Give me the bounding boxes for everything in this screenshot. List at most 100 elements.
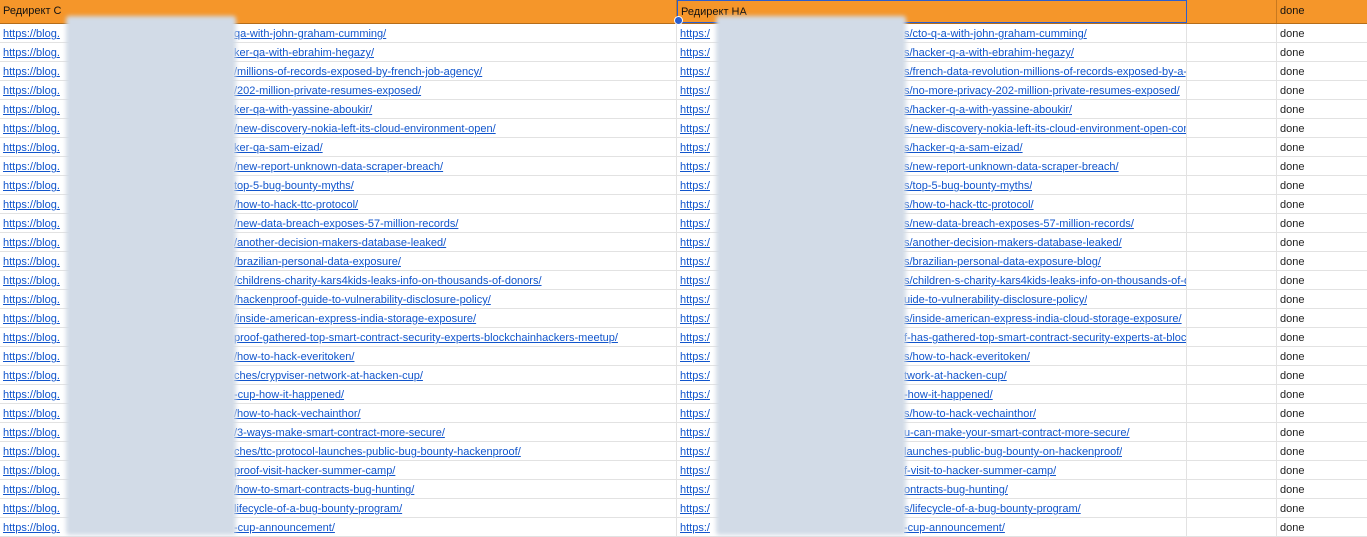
link-to-prefix[interactable]: https:/ <box>680 214 710 232</box>
cell-status[interactable]: done <box>1277 442 1367 460</box>
link-to-path[interactable]: s/children-s-charity-kars4kids-leaks-inf… <box>904 271 1186 289</box>
link-from-prefix[interactable]: https://blog. <box>3 138 60 156</box>
cell-empty[interactable] <box>1187 328 1277 346</box>
link-from-prefix[interactable]: https://blog. <box>3 119 60 137</box>
cell-empty[interactable] <box>1187 195 1277 213</box>
cell-status[interactable]: done <box>1277 214 1367 232</box>
header-cell-empty[interactable] <box>1187 0 1277 23</box>
cell-empty[interactable] <box>1187 271 1277 289</box>
cell-status[interactable]: done <box>1277 309 1367 327</box>
link-to-path[interactable]: s/cto-q-a-with-john-graham-cumming/ <box>904 24 1087 42</box>
link-from-path[interactable]: ches/ttc-protocol-launches-public-bug-bo… <box>234 442 521 460</box>
cell-status[interactable]: done <box>1277 195 1367 213</box>
link-from-prefix[interactable]: https://blog. <box>3 328 60 346</box>
cell-empty[interactable] <box>1187 518 1277 536</box>
link-from-prefix[interactable]: https://blog. <box>3 518 60 536</box>
link-from-path[interactable]: /new-report-unknown-data-scraper-breach/ <box>234 157 443 175</box>
cell-empty[interactable] <box>1187 252 1277 270</box>
cell-status[interactable]: done <box>1277 290 1367 308</box>
link-from-path[interactable]: proof-visit-hacker-summer-camp/ <box>234 461 395 479</box>
link-from-path[interactable]: /childrens-charity-kars4kids-leaks-info-… <box>234 271 542 289</box>
cell-empty[interactable] <box>1187 157 1277 175</box>
cell-status[interactable]: done <box>1277 100 1367 118</box>
link-from-prefix[interactable]: https://blog. <box>3 252 60 270</box>
link-to-path[interactable]: s/top-5-bug-bounty-myths/ <box>904 176 1032 194</box>
link-from-path[interactable]: /new-discovery-nokia-left-its-cloud-envi… <box>234 119 496 137</box>
link-to-prefix[interactable]: https:/ <box>680 43 710 61</box>
cell-empty[interactable] <box>1187 499 1277 517</box>
link-to-prefix[interactable]: https:/ <box>680 309 710 327</box>
cell-status[interactable]: done <box>1277 366 1367 384</box>
cell-empty[interactable] <box>1187 423 1277 441</box>
link-from-prefix[interactable]: https://blog. <box>3 43 60 61</box>
link-to-path[interactable]: ontracts-bug-hunting/ <box>904 480 1008 498</box>
link-to-path[interactable]: uide-to-vulnerability-disclosure-policy/ <box>904 290 1087 308</box>
link-to-prefix[interactable]: https:/ <box>680 157 710 175</box>
cell-status[interactable]: done <box>1277 43 1367 61</box>
cell-status[interactable]: done <box>1277 271 1367 289</box>
link-from-prefix[interactable]: https://blog. <box>3 290 60 308</box>
cell-status[interactable]: done <box>1277 385 1367 403</box>
link-from-path[interactable]: ker-qa-with-ebrahim-hegazy/ <box>234 43 374 61</box>
cell-status[interactable]: done <box>1277 499 1367 517</box>
link-to-prefix[interactable]: https:/ <box>680 233 710 251</box>
link-to-path[interactable]: u-can-make-your-smart-contract-more-secu… <box>904 423 1130 441</box>
link-from-path[interactable]: ches/crypviser-network-at-hacken-cup/ <box>234 366 423 384</box>
link-from-prefix[interactable]: https://blog. <box>3 100 60 118</box>
link-to-path[interactable]: s/no-more-privacy-202-million-private-re… <box>904 81 1180 99</box>
link-from-path[interactable]: proof-gathered-top-smart-contract-securi… <box>234 328 618 346</box>
cell-empty[interactable] <box>1187 347 1277 365</box>
link-to-path[interactable]: s/lifecycle-of-a-bug-bounty-program/ <box>904 499 1081 517</box>
link-from-prefix[interactable]: https://blog. <box>3 157 60 175</box>
link-to-path[interactable]: -how-it-happened/ <box>904 385 993 403</box>
cell-status[interactable]: done <box>1277 62 1367 80</box>
link-from-path[interactable]: -cup-how-it-happened/ <box>234 385 344 403</box>
link-to-prefix[interactable]: https:/ <box>680 385 710 403</box>
link-to-path[interactable]: s/how-to-hack-vechainthor/ <box>904 404 1036 422</box>
cell-empty[interactable] <box>1187 233 1277 251</box>
cell-empty[interactable] <box>1187 214 1277 232</box>
link-to-path[interactable]: s/hacker-q-a-with-ebrahim-hegazy/ <box>904 43 1074 61</box>
link-to-prefix[interactable]: https:/ <box>680 271 710 289</box>
link-to-prefix[interactable]: https:/ <box>680 499 710 517</box>
link-to-prefix[interactable]: https:/ <box>680 290 710 308</box>
link-from-prefix[interactable]: https://blog. <box>3 24 60 42</box>
cell-empty[interactable] <box>1187 366 1277 384</box>
cell-empty[interactable] <box>1187 442 1277 460</box>
link-to-path[interactable]: f-visit-to-hacker-summer-camp/ <box>904 461 1056 479</box>
link-to-prefix[interactable]: https:/ <box>680 423 710 441</box>
link-from-path[interactable]: /202-million-private-resumes-exposed/ <box>234 81 421 99</box>
link-from-path[interactable]: /how-to-smart-contracts-bug-hunting/ <box>234 480 414 498</box>
link-from-prefix[interactable]: https://blog. <box>3 442 60 460</box>
link-to-prefix[interactable]: https:/ <box>680 195 710 213</box>
link-from-path[interactable]: /hackenproof-guide-to-vulnerability-disc… <box>234 290 491 308</box>
cell-status[interactable]: done <box>1277 252 1367 270</box>
link-to-prefix[interactable]: https:/ <box>680 252 710 270</box>
link-from-path[interactable]: top-5-bug-bounty-myths/ <box>234 176 354 194</box>
link-to-path[interactable]: launches-public-bug-bounty-on-hackenproo… <box>904 442 1122 460</box>
link-to-prefix[interactable]: https:/ <box>680 480 710 498</box>
cell-empty[interactable] <box>1187 24 1277 42</box>
link-to-prefix[interactable]: https:/ <box>680 138 710 156</box>
link-from-prefix[interactable]: https://blog. <box>3 195 60 213</box>
link-from-prefix[interactable]: https://blog. <box>3 499 60 517</box>
link-from-prefix[interactable]: https://blog. <box>3 214 60 232</box>
link-from-path[interactable]: /another-decision-makers-database-leaked… <box>234 233 446 251</box>
cell-status[interactable]: done <box>1277 404 1367 422</box>
link-from-prefix[interactable]: https://blog. <box>3 404 60 422</box>
link-from-path[interactable]: -cup-announcement/ <box>234 518 335 536</box>
cell-status[interactable]: done <box>1277 347 1367 365</box>
link-to-path[interactable]: s/french-data-revolution-millions-of-rec… <box>904 62 1186 80</box>
cell-status[interactable]: done <box>1277 461 1367 479</box>
link-to-path[interactable]: -cup-announcement/ <box>904 518 1005 536</box>
link-to-prefix[interactable]: https:/ <box>680 442 710 460</box>
link-to-prefix[interactable]: https:/ <box>680 347 710 365</box>
link-to-path[interactable]: f-has-gathered-top-smart-contract-securi… <box>904 328 1186 346</box>
link-from-prefix[interactable]: https://blog. <box>3 423 60 441</box>
link-from-path[interactable]: /3-ways-make-smart-contract-more-secure/ <box>234 423 445 441</box>
cell-empty[interactable] <box>1187 309 1277 327</box>
cell-empty[interactable] <box>1187 404 1277 422</box>
cell-status[interactable]: done <box>1277 176 1367 194</box>
link-to-path[interactable]: s/hacker-q-a-with-yassine-aboukir/ <box>904 100 1072 118</box>
link-to-path[interactable]: s/another-decision-makers-database-leake… <box>904 233 1122 251</box>
